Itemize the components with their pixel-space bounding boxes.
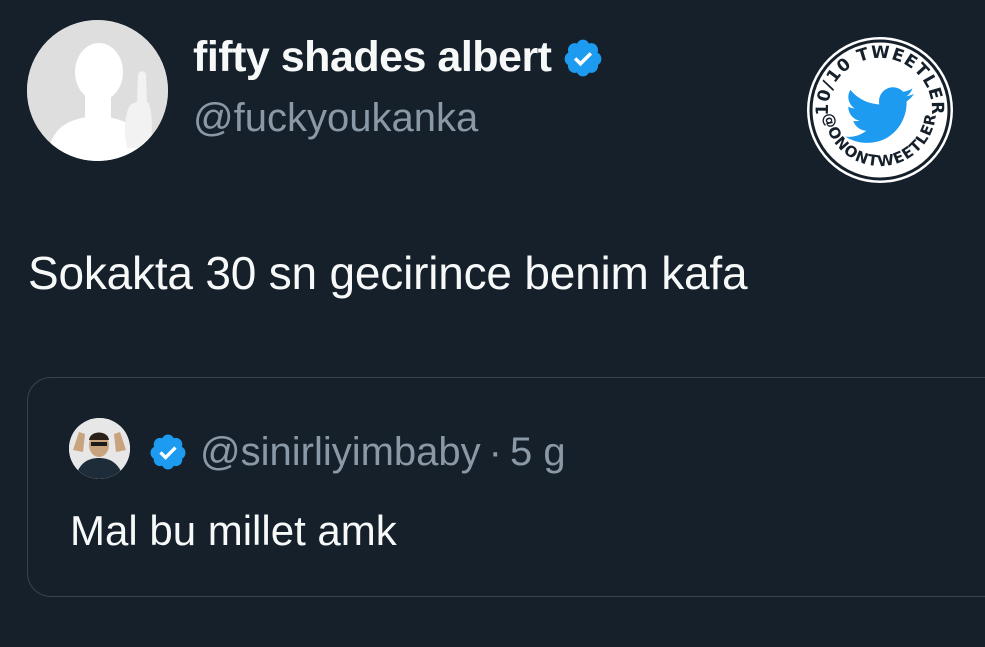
quoted-tweet-meta: @sinirliyimbaby · 5 g <box>148 432 566 472</box>
author-display-name[interactable]: fifty shades albert <box>193 36 552 79</box>
circular-badge-logo: 10/10 TWEETLER @ONONTWEETLER <box>807 37 953 183</box>
verified-badge-icon <box>564 39 601 76</box>
quoted-tweet-card[interactable]: @sinirliyimbaby · 5 g Mal bu millet amk <box>27 377 985 597</box>
quoted-avatar-image <box>69 418 130 479</box>
author-avatar[interactable] <box>27 20 168 161</box>
author-name-row: fifty shades albert <box>193 36 604 79</box>
quoted-tweet-time[interactable]: 5 g <box>510 432 566 472</box>
quoted-author-handle[interactable]: @sinirliyimbaby <box>200 432 481 472</box>
ononyweetler-logo: 10/10 TWEETLER @ONONTWEETLER <box>806 36 954 184</box>
avatar-silhouette-image <box>27 20 168 161</box>
tweet-text: Sokakta 30 sn gecirince benim kafa <box>28 247 748 299</box>
quoted-author-avatar[interactable] <box>69 418 130 479</box>
quoted-verified-badge-icon <box>150 434 186 470</box>
meta-separator: · <box>488 430 502 474</box>
quoted-tweet-text: Mal bu millet amk <box>70 507 397 554</box>
author-handle[interactable]: @fuckyoukanka <box>193 98 478 138</box>
tweet-screenshot: fifty shades albert @fuckyoukanka 10/10 … <box>0 0 985 647</box>
